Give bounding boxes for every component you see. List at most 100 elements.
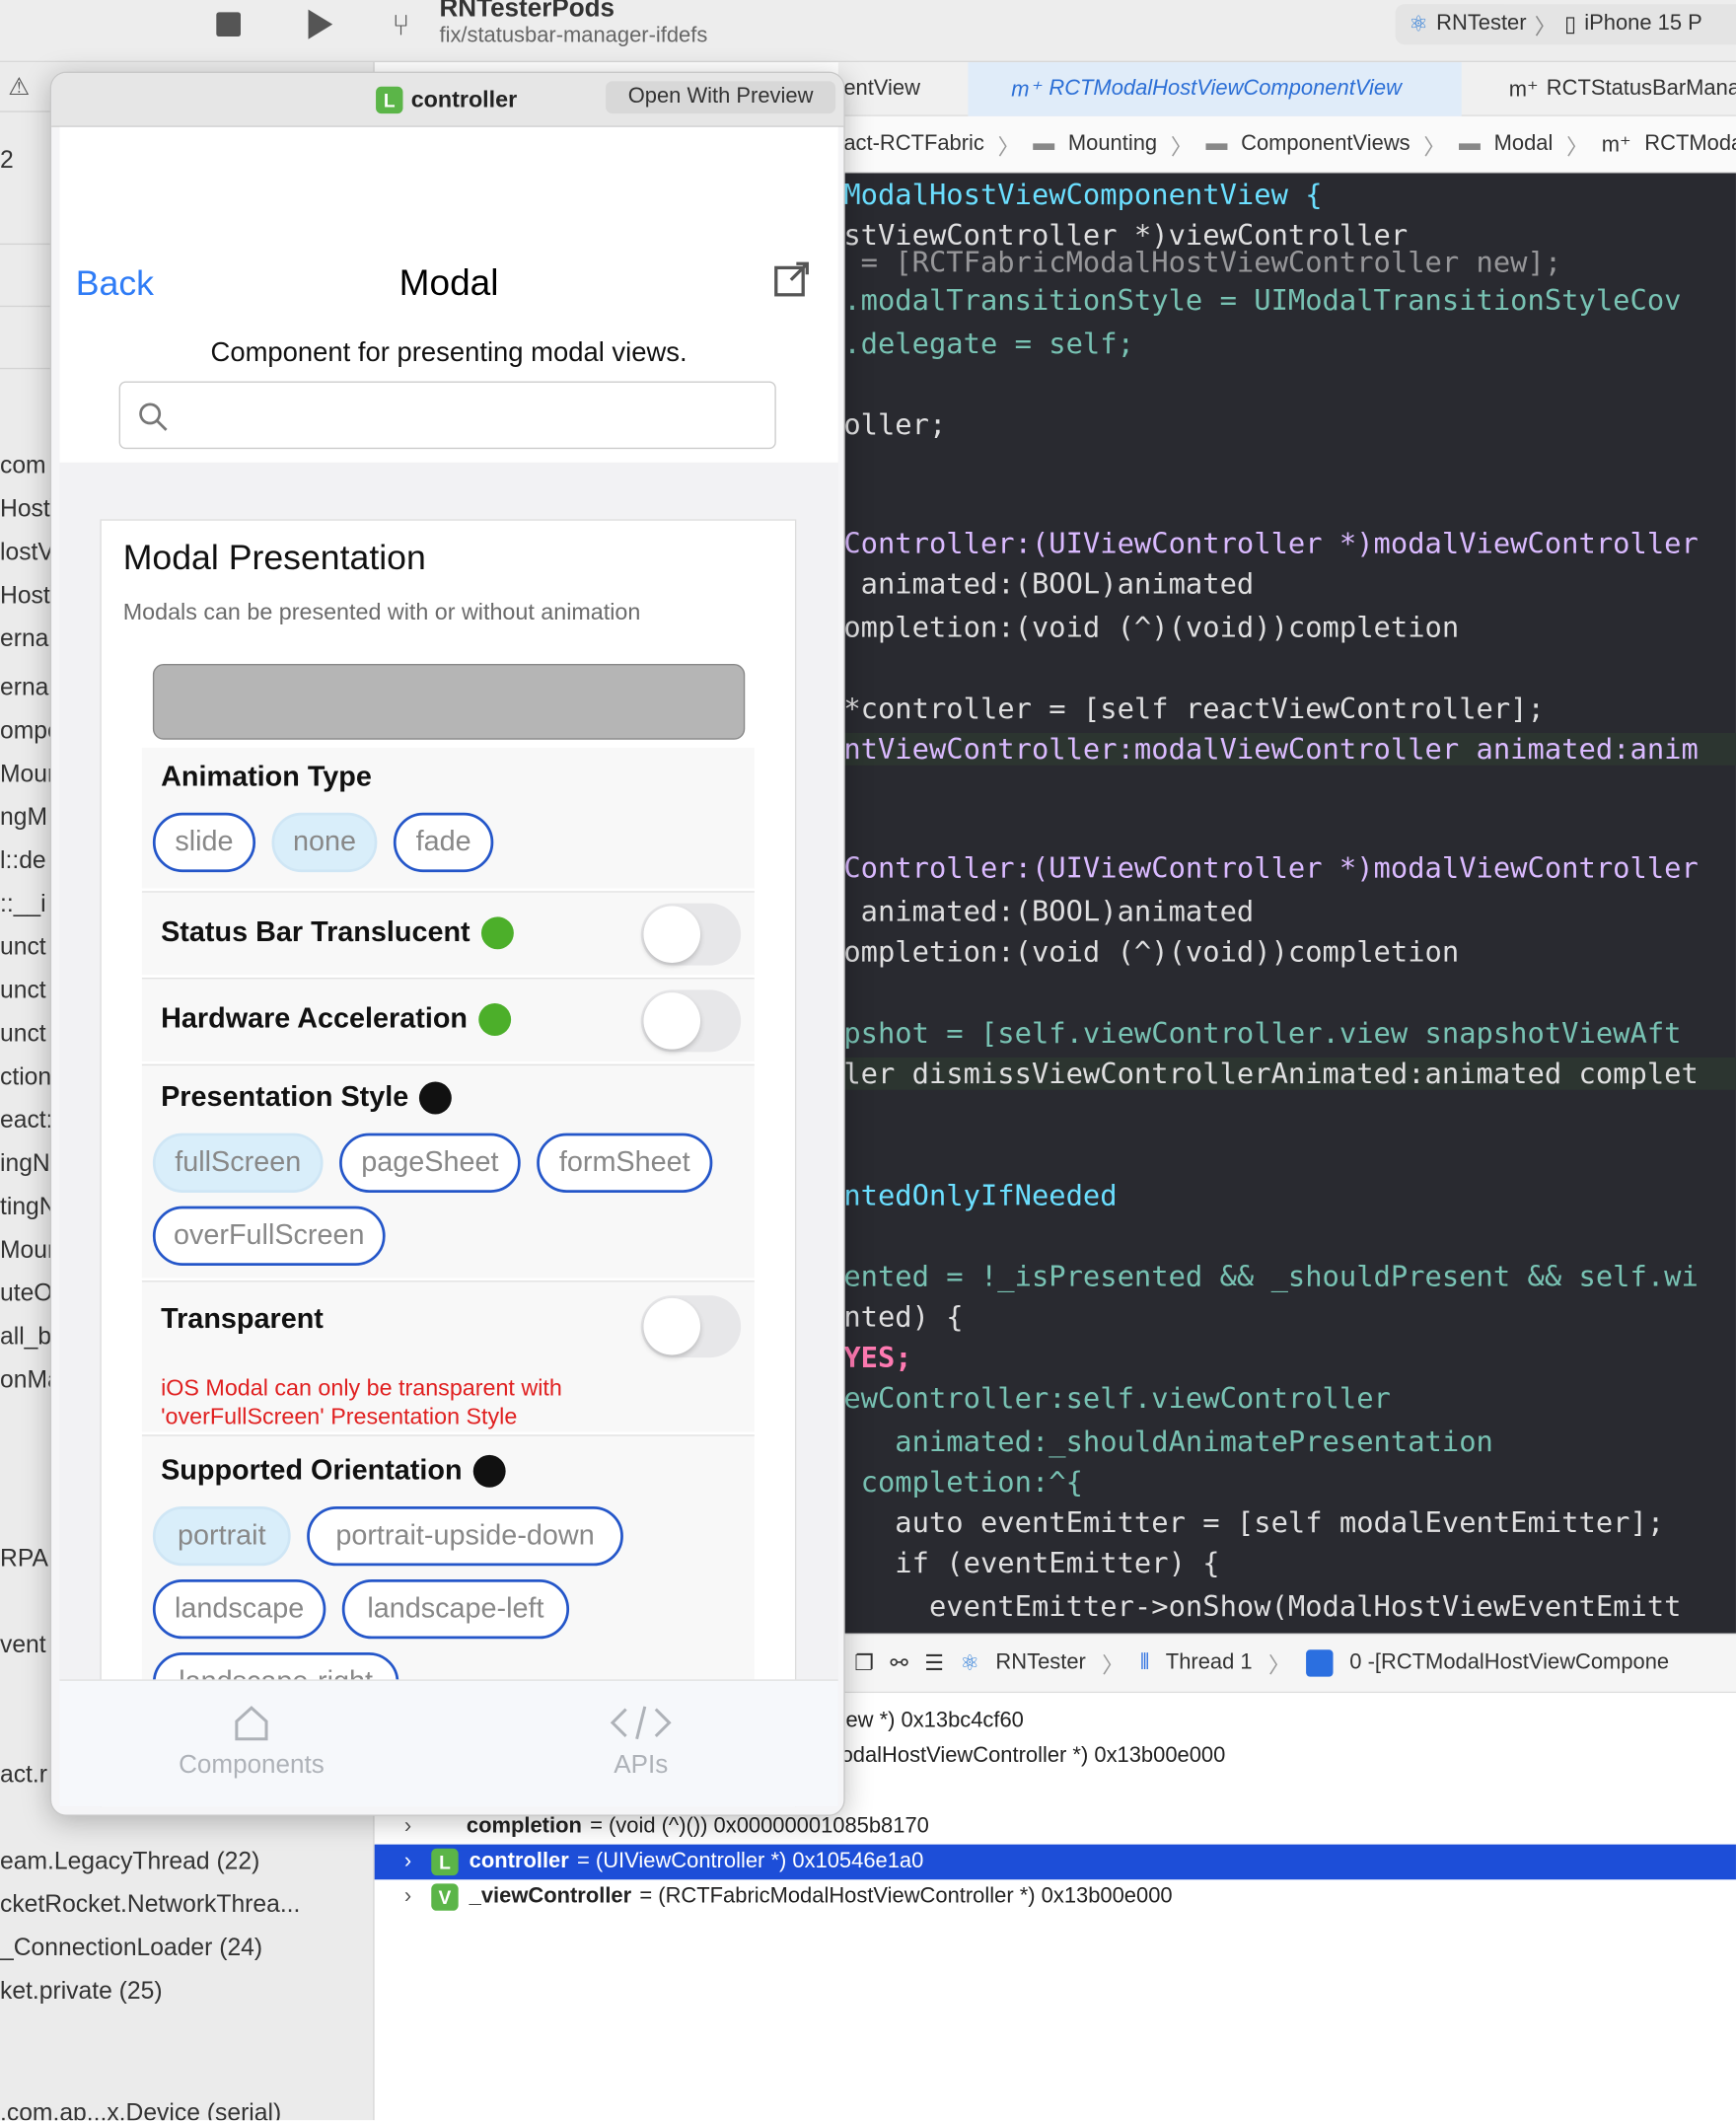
orientation-option-landscape-left[interactable]: landscape-left xyxy=(341,1578,570,1640)
warning-icon[interactable]: ⚠ xyxy=(8,73,30,102)
scheme-selector[interactable]: ⚛ RNTester 〉 ▯ iPhone 15 P xyxy=(1395,4,1736,45)
green-dot-icon xyxy=(477,1003,511,1036)
tab-modal-host-view[interactable]: m⁺ RCTModalHostViewComponentView xyxy=(968,62,1462,116)
hardware-acceleration-toggle[interactable] xyxy=(640,989,742,1053)
code-line: ler dismissViewControllerAnimated:animat… xyxy=(843,1057,1736,1090)
status-bar-label: Status Bar Translucent xyxy=(161,916,514,950)
transparent-toggle[interactable] xyxy=(640,1295,742,1358)
sidebar-line[interactable]: RPA xyxy=(0,1544,48,1572)
sidebar-line[interactable]: com xyxy=(0,452,46,480)
code-line: Controller:(UIViewController *)modalView… xyxy=(843,528,1698,560)
breadcrumb-item[interactable]: Mounting xyxy=(1068,132,1157,157)
tab-components[interactable]: Components xyxy=(116,1703,387,1782)
disclosure-icon[interactable]: › xyxy=(404,1814,431,1839)
code-line: ntedOnlyIfNeeded xyxy=(843,1179,1117,1211)
code-text: *controller = [self reactViewController]… xyxy=(843,692,1545,725)
code-line: ompletion:(void (^)(void))completion xyxy=(843,936,1459,969)
code-text: = [RCTFabricModalHostViewController new]… xyxy=(843,246,1562,279)
variable-row-selected[interactable]: › L controller = (UIViewController *) 0x… xyxy=(374,1844,1736,1880)
environment-icon[interactable]: ☰ xyxy=(924,1649,944,1676)
present-modal-button[interactable] xyxy=(152,664,746,740)
code-text: ented = !_isPresented && _shouldPresent … xyxy=(843,1260,1699,1293)
run-icon[interactable] xyxy=(308,9,333,39)
sidebar-line[interactable]: tingN xyxy=(0,1193,57,1221)
label-text: Hardware Acceleration xyxy=(161,1003,469,1035)
animation-option-slide[interactable]: slide xyxy=(152,812,256,873)
code-text: animated:_shouldAnimatePresentation xyxy=(843,1425,1493,1458)
code-text: eventEmitter->onShow(ModalHostViewEventE… xyxy=(843,1589,1682,1623)
sidebar-line[interactable]: ction xyxy=(0,1062,51,1091)
search-icon xyxy=(139,402,168,431)
breadcrumb-item[interactable]: act-RCTFabric xyxy=(843,132,984,157)
breadcrumb-item[interactable]: ComponentViews xyxy=(1241,132,1410,157)
sidebar-line[interactable]: vent xyxy=(0,1631,46,1659)
open-with-preview-button[interactable]: Open With Preview xyxy=(606,81,836,114)
orientation-option-landscape[interactable]: landscape xyxy=(152,1578,326,1640)
debug-bar: ❐ ⚯ ☰ ⚛ RNTester 〉 ⦀ Thread 1 〉 0 -[RCTM… xyxy=(837,1633,1736,1694)
memory-graph-icon[interactable]: ⚯ xyxy=(890,1649,907,1676)
tab-apis[interactable]: APIs xyxy=(506,1703,776,1782)
sidebar-line[interactable]: ernal xyxy=(0,674,54,702)
debug-thread[interactable]: Thread 1 xyxy=(1166,1651,1253,1676)
tab-entview[interactable]: entView xyxy=(843,62,920,116)
disclosure-icon[interactable]: › xyxy=(404,1850,431,1874)
sidebar-line[interactable]: .com.ap...x.Device (serial) xyxy=(0,2098,281,2120)
code-text: Controller:(UIViewController *)modalView… xyxy=(843,527,1699,560)
code-text: ompletion:(void (^)(void))completion xyxy=(843,611,1460,644)
branch-icon: ⑂ xyxy=(392,8,410,42)
code-line: ented = !_isPresented && _shouldPresent … xyxy=(843,1260,1698,1292)
orientation-option-portrait-upside-down[interactable]: portrait-upside-down xyxy=(307,1505,623,1567)
debug-frame[interactable]: 0 -[RCTModalHostViewCompone xyxy=(1349,1651,1669,1676)
sidebar-line[interactable]: uteO xyxy=(0,1280,53,1308)
code-text: pshot = [self.viewController.view snapsh… xyxy=(843,1016,1682,1050)
disclosure-icon[interactable]: › xyxy=(404,1885,431,1910)
sidebar-line[interactable]: 2 xyxy=(0,146,14,175)
sidebar-line[interactable]: lostV xyxy=(0,539,54,567)
breadcrumb: act-RCTFabric 〉 ▬ Mounting 〉 ▬ Component… xyxy=(837,115,1736,174)
sidebar-line[interactable]: ::__i xyxy=(0,890,46,918)
breadcrumb-item[interactable]: RCTModalH xyxy=(1644,132,1736,157)
search-input[interactable] xyxy=(118,381,776,450)
style-option-fullscreen[interactable]: fullScreen xyxy=(152,1133,324,1193)
sidebar-line[interactable]: unct xyxy=(0,933,46,962)
sidebar-line[interactable]: ernal xyxy=(0,624,54,653)
style-option-pagesheet[interactable]: pageSheet xyxy=(339,1133,521,1193)
code-text: oller; xyxy=(843,407,947,441)
label-text: Supported Orientation xyxy=(161,1454,463,1487)
sidebar-line[interactable]: l::de xyxy=(0,846,46,875)
sidebar-line[interactable]: Host\ xyxy=(0,581,57,610)
tab-statusbar-manager[interactable]: m⁺ RCTStatusBarMana xyxy=(1509,62,1736,116)
sidebar-line[interactable]: act.r xyxy=(0,1761,47,1790)
chevron-right-icon: 〉 xyxy=(997,135,1020,160)
style-option-formsheet[interactable]: formSheet xyxy=(537,1133,713,1193)
stop-icon[interactable] xyxy=(216,12,241,37)
tab-bar: Components APIs xyxy=(59,1679,838,1807)
sidebar-line[interactable]: all_b xyxy=(0,1323,51,1352)
tab-components-label: Components xyxy=(179,1751,325,1780)
sidebar-line[interactable]: _ConnectionLoader (24) xyxy=(0,1934,262,1962)
style-option-overfullscreen[interactable]: overFullScreen xyxy=(152,1206,386,1266)
variable-row[interactable]: › V _viewController = (RCTFabricModalHos… xyxy=(375,1879,1736,1915)
code-text: animated:(BOOL)animated xyxy=(843,567,1255,601)
sidebar-line[interactable]: eact: xyxy=(0,1106,53,1134)
code-text: ewController:self.viewController xyxy=(843,1381,1391,1415)
sidebar-line[interactable]: ket.private (25) xyxy=(0,1977,163,2006)
variable-value: iew *) 0x13bc4cf60 xyxy=(840,1709,1024,1732)
sidebar-line[interactable]: Host\ xyxy=(0,495,57,524)
code-editor[interactable]: ModalHostViewComponentView { stViewContr… xyxy=(837,173,1736,1634)
external-link-icon[interactable] xyxy=(773,259,811,297)
sidebar-line[interactable]: cketRocket.NetworkThrea... xyxy=(0,1890,300,1919)
code-text: Controller:(UIViewController *)modalView… xyxy=(843,851,1699,885)
sidebar-line[interactable]: unct xyxy=(0,1020,46,1049)
breadcrumb-item[interactable]: Modal xyxy=(1494,132,1554,157)
animation-option-none[interactable]: none xyxy=(271,812,378,873)
sidebar-line[interactable]: ngM xyxy=(0,803,47,832)
sidebar-line[interactable]: ingN xyxy=(0,1149,50,1178)
sidebar-line[interactable]: eam.LegacyThread (22) xyxy=(0,1847,259,1875)
sidebar-line[interactable]: unct xyxy=(0,977,46,1005)
layers-icon[interactable]: ❐ xyxy=(854,1649,874,1676)
debug-scheme[interactable]: RNTester xyxy=(995,1651,1085,1676)
orientation-option-portrait[interactable]: portrait xyxy=(152,1505,291,1567)
animation-option-fade[interactable]: fade xyxy=(393,812,494,873)
status-bar-toggle[interactable] xyxy=(640,903,742,966)
